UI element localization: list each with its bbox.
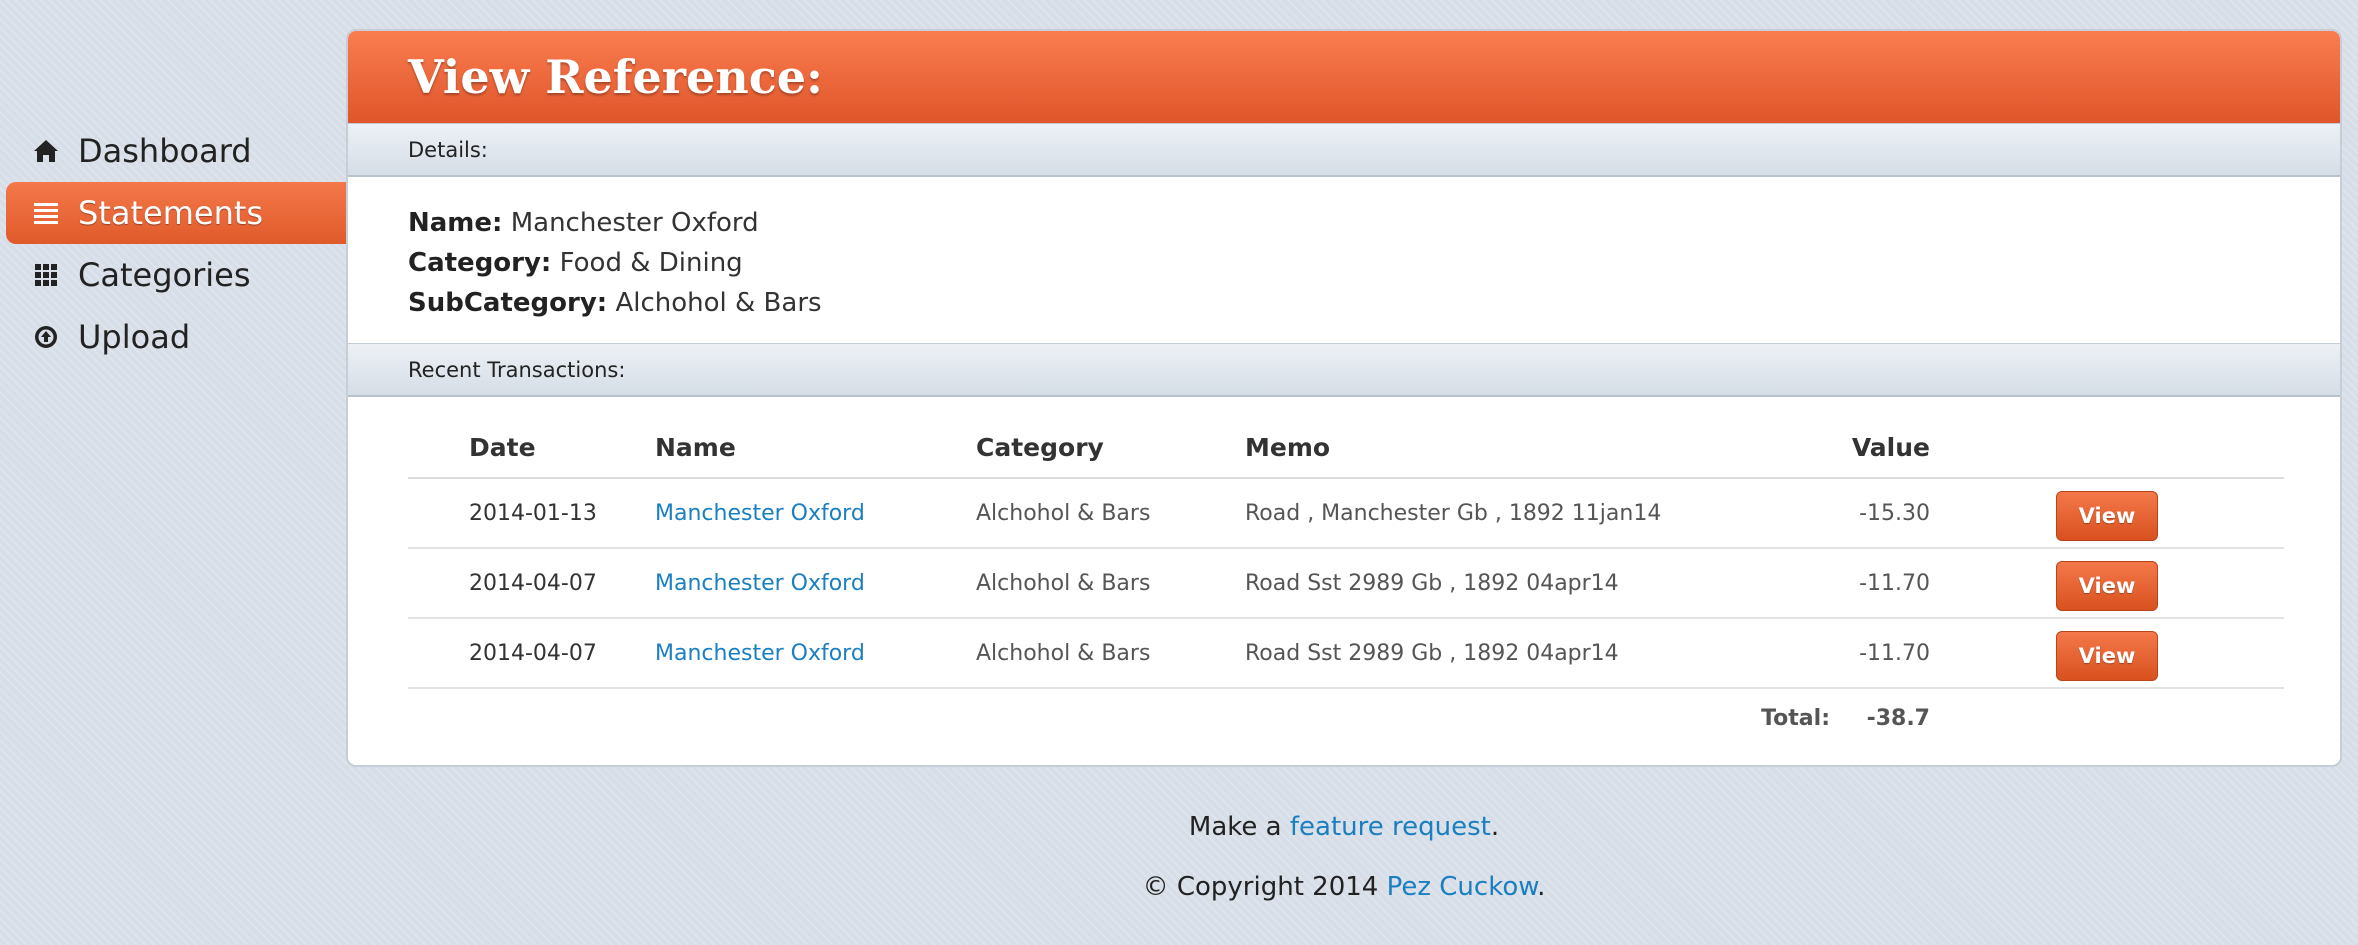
header-category[interactable]: Category [976,417,1245,479]
view-button[interactable]: View [2056,631,2158,681]
home-icon [32,137,60,165]
name-link[interactable]: Manchester Oxford [655,571,865,596]
cell-date: 2014-04-07 [408,548,655,619]
header-name[interactable]: Name [655,417,976,479]
page-title: View Reference: [408,50,823,104]
feature-request-prefix: Make a [1188,812,1290,842]
transactions-heading: Recent Transactions: [408,357,626,382]
sidebar-nav: Dashboard Statements Categories Upload [0,120,346,368]
feature-request-line: Make a feature request. [346,812,2342,842]
transactions-section-bar: Recent Transactions: [348,343,2340,397]
sidebar-item-label: Statements [78,194,264,232]
detail-name: Name: Manchester Oxford [408,203,2340,243]
cell-name: Manchester Oxford [655,478,976,549]
name-link[interactable]: Manchester Oxford [655,641,865,666]
reference-panel: View Reference: Details: Name: Mancheste… [346,29,2342,767]
cell-action: View [1930,618,2284,689]
sidebar-item-upload[interactable]: Upload [0,306,346,368]
cell-category: Alchohol & Bars [976,548,1245,619]
total-label: Total: [1761,705,1830,731]
view-button[interactable]: View [2056,561,2158,611]
cell-value: -11.70 [1830,618,1930,689]
total-value: -38.7 [1866,705,1930,731]
detail-category-value: Food & Dining [559,248,743,278]
details-heading: Details: [408,137,488,162]
view-button[interactable]: View [2056,491,2158,541]
list-icon [32,199,60,227]
table-row: 2014-01-13 Manchester Oxford Alchohol & … [408,478,2284,549]
author-link[interactable]: Pez Cuckow [1387,872,1538,902]
table-row: 2014-04-07 Manchester Oxford Alchohol & … [408,548,2284,619]
detail-subcategory: SubCategory: Alchohol & Bars [408,283,2340,323]
total-action-spacer [1930,688,2284,747]
name-link[interactable]: Manchester Oxford [655,501,865,526]
total-spacer [408,688,1245,747]
transactions-table: Date Name Category Memo Value 2014-01-13… [408,417,2284,747]
details-section: Name: Manchester Oxford Category: Food &… [348,177,2340,343]
detail-name-label: Name: [408,208,503,238]
header-action [1930,417,2284,479]
details-section-bar: Details: [348,123,2340,177]
sidebar-item-label: Categories [78,256,251,294]
upload-icon [32,323,60,351]
copyright-line: © Copyright 2014 Pez Cuckow. [346,872,2342,902]
detail-category: Category: Food & Dining [408,243,2340,283]
header-date[interactable]: Date [408,417,655,479]
sidebar-item-label: Upload [78,318,191,356]
detail-subcategory-label: SubCategory: [408,288,608,318]
grid-icon [32,261,60,289]
cell-date: 2014-01-13 [408,478,655,549]
total-row: Total: -38.7 [408,688,2284,747]
feature-request-suffix: . [1490,812,1500,842]
copyright-prefix: © Copyright 2014 [1142,872,1387,902]
detail-category-label: Category: [408,248,552,278]
cell-value: -11.70 [1830,548,1930,619]
copyright-suffix: . [1537,872,1546,902]
detail-name-value: Manchester Oxford [510,208,759,238]
detail-subcategory-value: Alchohol & Bars [615,288,822,318]
cell-memo: Road Sst 2989 Gb , 1892 04apr14 [1245,548,1830,619]
transactions-table-wrap: Date Name Category Memo Value 2014-01-13… [348,397,2340,747]
cell-category: Alchohol & Bars [976,478,1245,549]
sidebar-item-dashboard[interactable]: Dashboard [0,120,346,182]
sidebar-item-categories[interactable]: Categories [0,244,346,306]
sidebar-item-label: Dashboard [78,132,252,170]
cell-name: Manchester Oxford [655,618,976,689]
cell-memo: Road Sst 2989 Gb , 1892 04apr14 [1245,618,1830,689]
cell-action: View [1930,478,2284,549]
cell-action: View [1930,548,2284,619]
sidebar-item-statements[interactable]: Statements [6,182,346,244]
table-row: 2014-04-07 Manchester Oxford Alchohol & … [408,618,2284,689]
cell-category: Alchohol & Bars [976,618,1245,689]
header-memo[interactable]: Memo [1245,417,1830,479]
header-value[interactable]: Value [1830,417,1930,479]
cell-date: 2014-04-07 [408,618,655,689]
table-header-row: Date Name Category Memo Value [408,417,2284,479]
cell-memo: Road , Manchester Gb , 1892 11jan14 [1245,478,1830,549]
panel-header: View Reference: [348,31,2340,123]
feature-request-link[interactable]: feature request [1290,812,1491,842]
cell-value: -15.30 [1830,478,1930,549]
cell-name: Manchester Oxford [655,548,976,619]
